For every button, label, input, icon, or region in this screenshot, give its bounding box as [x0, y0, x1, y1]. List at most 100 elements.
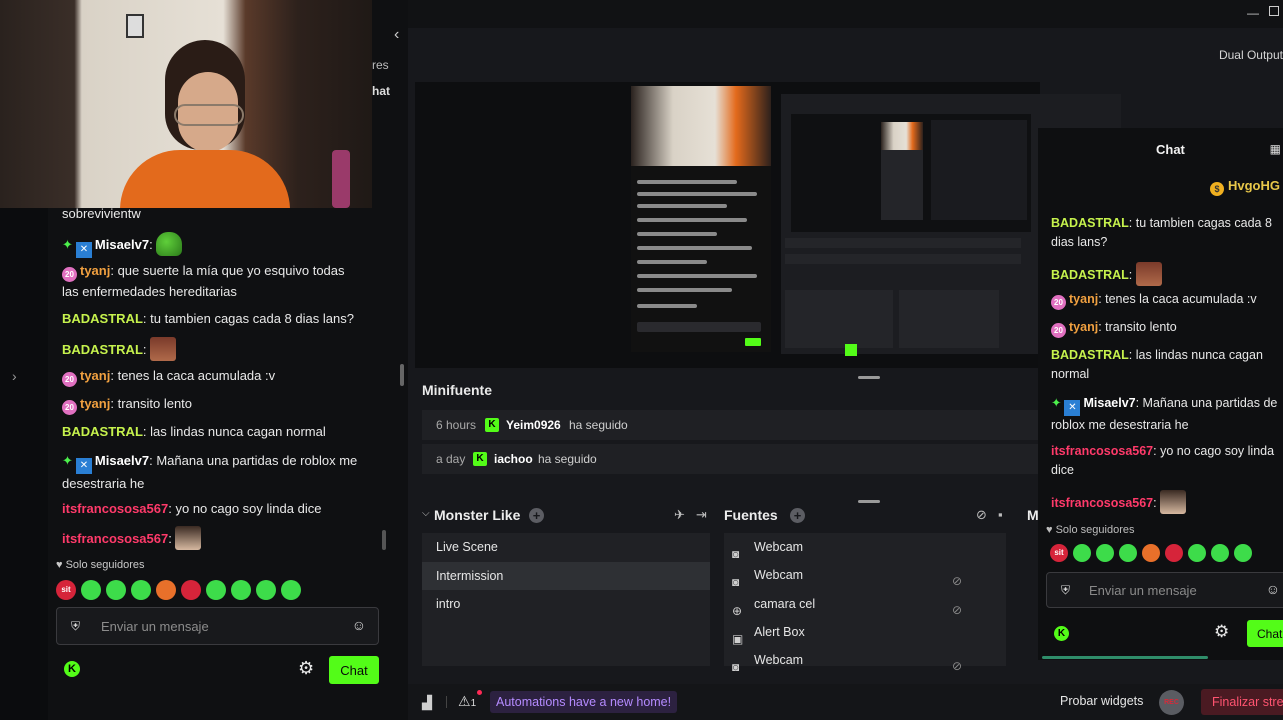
angry-emote-icon[interactable] [181, 580, 201, 600]
collapse-dock-icon[interactable]: ⇥ [696, 507, 707, 523]
sit-emote-icon[interactable]: sit [56, 580, 76, 600]
chat-username[interactable]: Misaelv7 [95, 237, 149, 252]
source-item[interactable]: ◙ Webcam [724, 533, 1006, 561]
event-action: ha seguido [538, 452, 597, 466]
chat-message: itsfrancososa567: [1051, 490, 1283, 514]
frog-emote-icon[interactable] [1234, 544, 1252, 562]
chat-send-button[interactable]: Chat [1247, 620, 1283, 647]
chat-username[interactable]: BADASTRAL [62, 311, 143, 326]
sources-title[interactable]: Fuentes [724, 507, 778, 523]
chat-username[interactable]: itsfrancososa567 [62, 501, 168, 516]
chat-input-placeholder: Enviar un mensaje [101, 619, 209, 634]
chat-username[interactable]: BADASTRAL [62, 424, 143, 439]
bars-chart-icon[interactable]: ▟ [422, 695, 432, 711]
chat-username[interactable]: Misaelv7 [95, 453, 149, 468]
right-chat-panel: Chat ▦ $ HvgoHG BADASTRAL: tu tambien cag… [1038, 128, 1283, 660]
maximize-icon[interactable] [1269, 6, 1279, 16]
frog-emote-icon[interactable] [206, 580, 226, 600]
face-emote-icon [1135, 262, 1162, 286]
frog-emote-icon[interactable] [1073, 544, 1091, 562]
chat-scrollbar[interactable] [382, 530, 386, 550]
add-source-plus-icon[interactable]: + [790, 508, 805, 523]
skull-emote-icon[interactable] [1211, 544, 1229, 562]
kick-logo-icon: K [473, 452, 487, 466]
chevron-left-icon[interactable]: ‹ [394, 26, 399, 44]
angry-emote-icon[interactable] [1165, 544, 1183, 562]
burger-emote-icon[interactable] [156, 580, 176, 600]
gear-icon[interactable]: ⚙ [298, 658, 314, 679]
chat-username[interactable]: tyanj [80, 368, 110, 383]
gear-icon[interactable]: ⚙ [1214, 622, 1229, 642]
panel-splitter[interactable] [400, 364, 404, 386]
source-item[interactable]: ⊕ camara cel ⊘ [724, 590, 1006, 618]
rec-button[interactable]: REC [1159, 690, 1184, 715]
users-icon[interactable]: ▦ [1270, 142, 1281, 156]
chevron-down-icon[interactable]: ⌵ [422, 508, 430, 519]
eye-hidden-icon[interactable]: ⊘ [952, 652, 962, 680]
source-item[interactable]: ◙ Webcam ⊘ [724, 646, 1006, 674]
event-user[interactable]: iachoo [494, 452, 533, 466]
alert-icon[interactable]: ⚠1 [458, 693, 476, 710]
sub-months-badge-icon: 20 [1051, 323, 1066, 338]
chat-message: itsfrancososa567: [62, 526, 362, 550]
chat-username[interactable]: BADASTRAL [62, 342, 143, 357]
minimize-icon[interactable]: — [1247, 6, 1259, 20]
frog-emote-icon[interactable] [131, 580, 151, 600]
smile-icon[interactable]: ☺ [1266, 581, 1280, 597]
chat-message: BADASTRAL: tu tambien cagas cada 8 dias … [1051, 216, 1272, 249]
shield-icon: ⛨ [1061, 583, 1071, 597]
scene-item[interactable]: intro [422, 590, 710, 618]
preview-nested [791, 114, 1031, 232]
scene-item[interactable]: Live Scene [422, 533, 710, 561]
pin-icon[interactable]: ✈ [674, 507, 685, 523]
source-item[interactable]: ▣ Alert Box [724, 618, 1006, 646]
streaming-editor: — ‹ Dual Output Minifuente 6 hours K Yei… [394, 0, 1283, 720]
resize-handle[interactable] [858, 376, 880, 379]
source-item[interactable]: ◙ Webcam ⊘ [724, 561, 1006, 589]
automations-link[interactable]: Automations have a new home! [490, 691, 678, 713]
skull-emote-icon[interactable] [231, 580, 251, 600]
source-list: ◙ Webcam ◙ Webcam ⊘ ⊕ camara cel ⊘ ▣ Alert B… [724, 533, 1006, 674]
followers-only-label: ♥ Solo seguidores [56, 559, 145, 571]
chat-username[interactable]: tyanj [80, 263, 110, 278]
emote-bar: sit [56, 580, 301, 600]
chat-username[interactable]: itsfrancososa567 [62, 531, 168, 546]
footer-bar: ▟ ⚠1 Automations have a new home! Probar… [408, 684, 1283, 720]
mute-icon[interactable]: ⊘ [976, 507, 987, 523]
chat-username[interactable]: tyanj [80, 396, 110, 411]
scenes-title[interactable]: Monster Like [434, 507, 520, 523]
frog-emote-icon[interactable] [256, 580, 276, 600]
test-widgets-button[interactable]: Probar widgets [1060, 694, 1143, 708]
burger-emote-icon[interactable] [1142, 544, 1160, 562]
kick-logo-icon[interactable]: K [64, 661, 80, 677]
footer-divider [446, 696, 447, 708]
minifuente-title: Minifuente [422, 382, 492, 398]
shield-icon: ⛨ [71, 619, 81, 633]
chat-panel-title: Chat [1156, 142, 1185, 157]
frog-emote-icon[interactable] [1188, 544, 1206, 562]
frog-emote-icon[interactable] [1119, 544, 1137, 562]
chat-send-button[interactable]: Chat [329, 656, 379, 684]
chat-message: BADASTRAL: las lindas nunca cagan normal [62, 424, 326, 439]
webcam-icon: ◙ [732, 660, 740, 674]
end-stream-button[interactable]: Finalizar stream [1201, 689, 1283, 715]
mixer-title-partial[interactable]: M [1027, 507, 1039, 523]
sit-emote-icon[interactable]: sit [1050, 544, 1068, 562]
chat-input[interactable]: ⛨ Enviar un mensaje ☺ [56, 607, 379, 645]
chevron-right-icon[interactable]: › [12, 368, 17, 384]
resize-handle[interactable] [858, 500, 880, 503]
frog-emote-icon[interactable] [106, 580, 126, 600]
folder-icon[interactable]: ▪ [998, 507, 1003, 522]
chat-input[interactable]: ⛨ Enviar un mensaje ☺ [1046, 572, 1283, 608]
pinned-user[interactable]: $ HvgoHG [1210, 178, 1280, 196]
frog-emote-icon[interactable] [81, 580, 101, 600]
scene-item-selected[interactable]: Intermission [422, 562, 710, 590]
add-scene-plus-icon[interactable]: + [529, 508, 544, 523]
kick-logo-icon[interactable]: K [1054, 626, 1069, 641]
smile-icon[interactable]: ☺ [352, 617, 366, 633]
dual-output-toggle[interactable]: Dual Output [1219, 48, 1283, 62]
stream-preview[interactable] [415, 82, 1121, 368]
event-user[interactable]: Yeim0926 [506, 418, 561, 432]
frog-emote-icon[interactable] [281, 580, 301, 600]
frog-emote-icon[interactable] [1096, 544, 1114, 562]
